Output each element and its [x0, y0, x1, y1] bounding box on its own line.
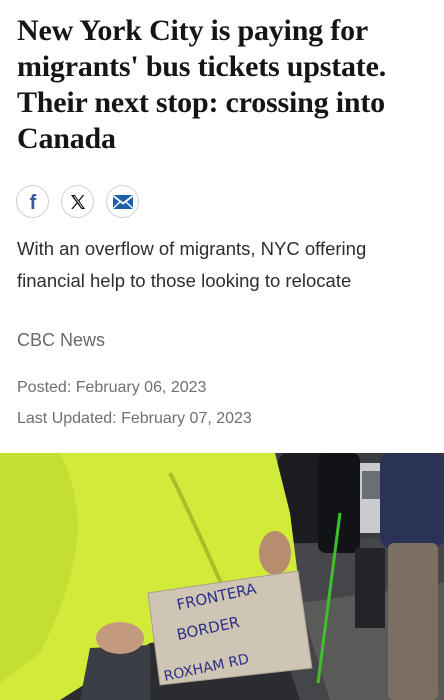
share-email-button[interactable] — [106, 185, 139, 218]
posted-date: Posted: February 06, 2023 — [17, 379, 207, 396]
share-facebook-button[interactable]: f — [16, 185, 49, 218]
facebook-icon: f — [29, 192, 36, 212]
x-icon — [70, 194, 85, 209]
email-icon — [112, 194, 133, 209]
article-summary: With an overflow of migrants, NYC offeri… — [17, 238, 367, 291]
share-x-button[interactable] — [61, 185, 94, 218]
svg-text:f: f — [29, 192, 36, 212]
lead-photo: FRONTERA BORDER ROXHAM RD — [0, 453, 444, 700]
headline: New York City is paying for migrants' bu… — [17, 14, 387, 155]
source-byline[interactable]: CBC News — [17, 327, 105, 353]
last-updated-date: Last Updated: February 07, 2023 — [17, 410, 252, 427]
article: New York City is paying for migrants' bu… — [0, 0, 444, 700]
share-bar: f — [16, 185, 139, 219]
